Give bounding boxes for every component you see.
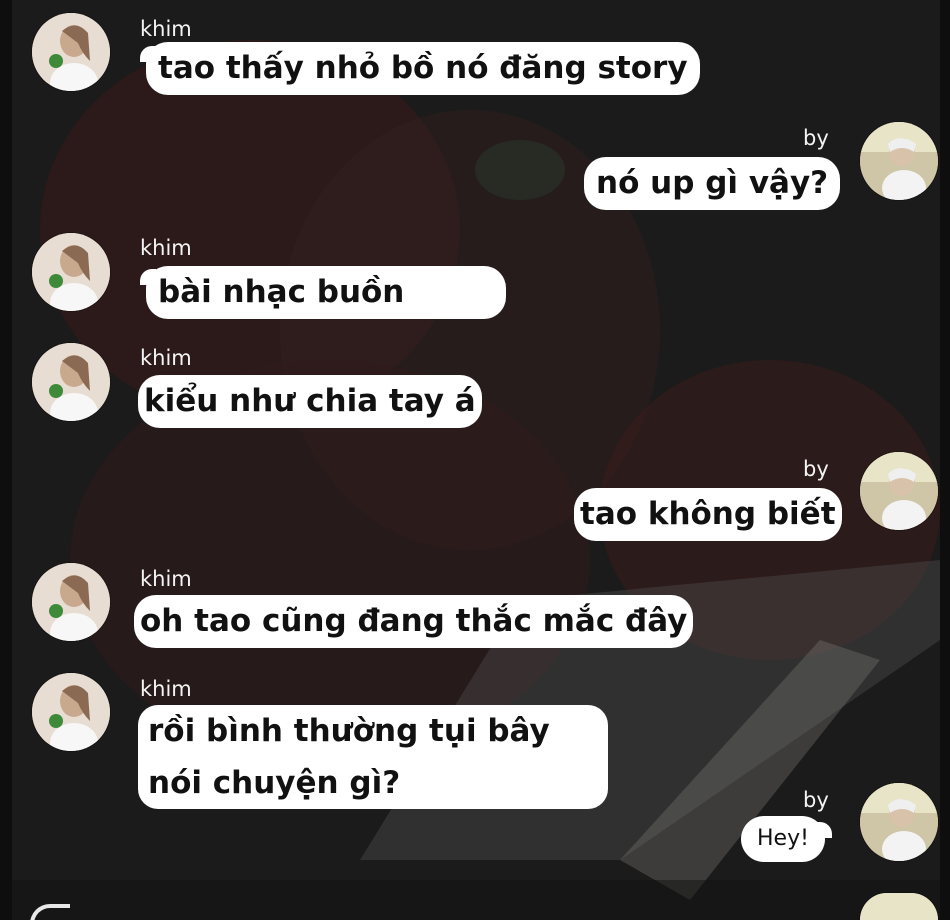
avatar-by[interactable] [860, 783, 938, 861]
avatar-by[interactable] [860, 452, 938, 530]
avatar-khim-image [32, 233, 110, 311]
avatar-by-image [860, 893, 938, 920]
sender-name-by: by [803, 788, 829, 812]
message-bubble-incoming[interactable]: kiểu như chia tay á [138, 375, 482, 429]
avatar-by[interactable] [860, 122, 938, 200]
avatar-khim[interactable] [32, 673, 110, 751]
message-bubble-incoming[interactable]: rồi bình thường tụi bây nói chuyện gì? [138, 705, 608, 809]
avatar-by-image [860, 783, 938, 861]
message-bubble-outgoing[interactable]: tao không biết [574, 488, 842, 542]
sender-name-khim: khim [140, 17, 192, 41]
sender-name-by: by [803, 457, 829, 481]
chat-screen: khim tao thấy nhỏ bồ nó đăng story by nó… [0, 0, 950, 920]
avatar-by-image [860, 122, 938, 200]
sender-name-khim: khim [140, 346, 192, 370]
sender-name-khim: khim [140, 677, 192, 701]
avatar-khim[interactable] [32, 13, 110, 91]
frame-edge-left [0, 0, 12, 920]
frame-edge-right [940, 0, 950, 920]
avatar-by[interactable] [860, 893, 938, 920]
avatar-khim[interactable] [32, 343, 110, 421]
avatar-khim-image [32, 673, 110, 751]
message-bubble-incoming[interactable]: tao thấy nhỏ bồ nó đăng story [146, 42, 700, 96]
sender-name-khim: khim [140, 236, 192, 260]
message-bubble-incoming[interactable]: oh tao cũng đang thắc mắc đây [134, 595, 694, 649]
avatar-khim-image [32, 343, 110, 421]
avatar-khim[interactable] [32, 563, 110, 641]
avatar-by-image [860, 452, 938, 530]
message-bubble-outgoing[interactable]: nó up gì vậy? [584, 157, 841, 211]
message-bubble-outgoing[interactable]: Hey! [741, 816, 825, 863]
message-bubble-incoming[interactable]: bài nhạc buồn [146, 266, 507, 320]
avatar-khim-image [32, 563, 110, 641]
sender-name-khim: khim [140, 567, 192, 591]
sender-name-by: by [803, 126, 829, 150]
avatar-khim-image [32, 13, 110, 91]
avatar-khim[interactable] [32, 233, 110, 311]
